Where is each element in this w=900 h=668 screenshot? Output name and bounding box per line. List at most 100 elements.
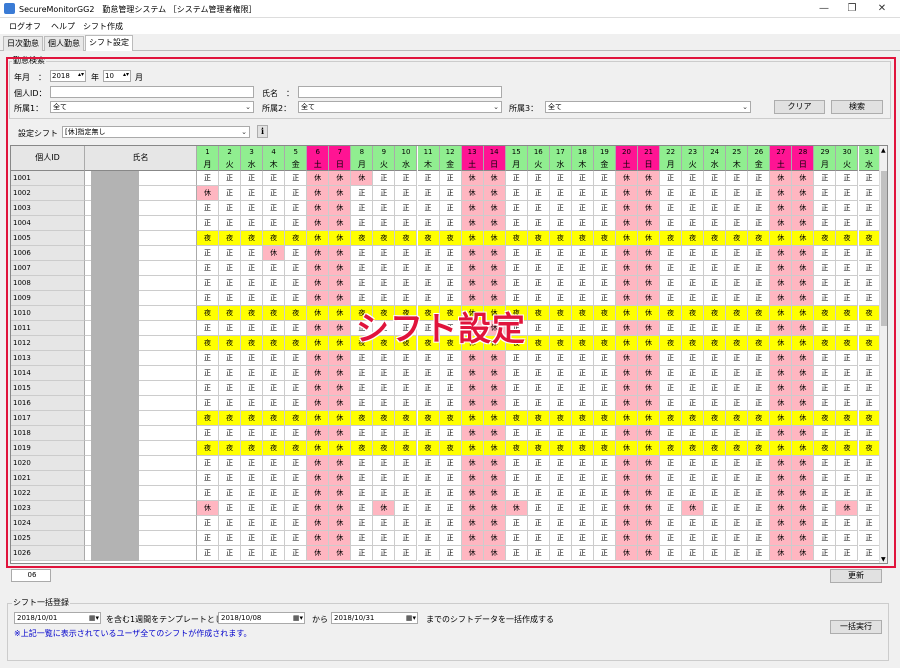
shift-cell[interactable]: 夜	[439, 411, 462, 426]
month-spinner[interactable]: 10 ▴▾	[103, 70, 131, 82]
shift-cell[interactable]: 正	[263, 471, 286, 486]
shift-cell[interactable]: 正	[571, 486, 594, 501]
shift-cell[interactable]: 休	[792, 486, 815, 501]
shift-cell[interactable]: 休	[770, 321, 793, 336]
shift-cell[interactable]: 正	[593, 546, 616, 561]
shift-cell[interactable]: 正	[593, 396, 616, 411]
shift-cell[interactable]: 正	[395, 486, 418, 501]
shift-cell[interactable]: 休	[461, 546, 484, 561]
shift-cell[interactable]: 正	[263, 366, 286, 381]
shift-cell[interactable]: 正	[593, 426, 616, 441]
shift-cell[interactable]: 正	[241, 261, 264, 276]
shift-cell[interactable]: 正	[285, 501, 308, 516]
shift-cell[interactable]: 正	[726, 171, 749, 186]
shift-cell[interactable]: 正	[682, 321, 705, 336]
shift-cell[interactable]: 正	[505, 276, 528, 291]
shift-cell[interactable]: 休	[770, 486, 793, 501]
scrollbar-thumb[interactable]	[881, 171, 887, 326]
shift-cell[interactable]: 休	[307, 396, 330, 411]
shift-cell[interactable]: 正	[748, 531, 771, 546]
shift-cell[interactable]: 正	[373, 171, 396, 186]
shift-cell[interactable]: 正	[682, 276, 705, 291]
shift-cell[interactable]: 正	[439, 351, 462, 366]
maximize-button[interactable]: ❐	[838, 1, 866, 16]
shift-cell[interactable]: 正	[726, 471, 749, 486]
shift-cell[interactable]: 正	[660, 396, 683, 411]
shift-cell[interactable]: 夜	[726, 231, 749, 246]
shift-cell[interactable]: 正	[858, 471, 879, 486]
shift-cell[interactable]: 正	[373, 261, 396, 276]
shift-cell[interactable]: 正	[571, 216, 594, 231]
search-button[interactable]: 検索	[831, 100, 883, 114]
shift-cell[interactable]: 休	[483, 471, 506, 486]
shift-cell[interactable]: 正	[241, 396, 264, 411]
shift-cell[interactable]: 正	[704, 276, 727, 291]
shift-cell[interactable]: 正	[285, 201, 308, 216]
shift-cell[interactable]: 休	[461, 216, 484, 231]
shift-cell[interactable]: 正	[593, 366, 616, 381]
shift-cell[interactable]: 夜	[417, 231, 440, 246]
shift-cell[interactable]: 正	[593, 276, 616, 291]
shift-cell[interactable]: 正	[814, 321, 837, 336]
shift-cell[interactable]: 正	[571, 186, 594, 201]
shift-cell[interactable]: 休	[329, 201, 352, 216]
table-row[interactable]: 1023 休正正正正休休正休正正正休休休正正正正休休正休正正正休休正休正	[11, 501, 879, 516]
shift-cell[interactable]: 正	[858, 321, 879, 336]
shift-cell[interactable]: 正	[748, 276, 771, 291]
shift-cell[interactable]: 正	[593, 321, 616, 336]
shift-cell[interactable]: 正	[682, 246, 705, 261]
shift-cell[interactable]: 正	[858, 381, 879, 396]
shift-cell[interactable]: 正	[549, 216, 572, 231]
shift-cell[interactable]: 休	[329, 516, 352, 531]
shift-cell[interactable]: 正	[439, 546, 462, 561]
shift-cell[interactable]: 正	[439, 216, 462, 231]
shift-cell[interactable]: 正	[836, 291, 859, 306]
shift-cell[interactable]: 休	[770, 201, 793, 216]
shift-cell[interactable]: 正	[704, 261, 727, 276]
shift-cell[interactable]: 正	[814, 366, 837, 381]
shift-cell[interactable]: 正	[682, 291, 705, 306]
shift-cell[interactable]: 正	[505, 201, 528, 216]
shift-cell[interactable]: 夜	[263, 306, 286, 321]
shift-cell[interactable]: 正	[593, 261, 616, 276]
shift-cell[interactable]: 正	[814, 486, 837, 501]
shift-cell[interactable]: 正	[197, 291, 220, 306]
shift-cell[interactable]: 休	[770, 546, 793, 561]
shift-cell[interactable]: 正	[726, 531, 749, 546]
shift-cell[interactable]: 正	[571, 546, 594, 561]
shift-cell[interactable]: 休	[770, 441, 793, 456]
shift-cell[interactable]: 休	[792, 351, 815, 366]
shift-cell[interactable]: 休	[638, 501, 661, 516]
table-row[interactable]: 1008 正正正正正休休正正正正正休休正正正正正休休正正正正正休休正正正	[11, 276, 879, 291]
shift-cell[interactable]: 正	[814, 501, 837, 516]
shift-cell[interactable]: 正	[219, 546, 242, 561]
shift-cell[interactable]: 正	[285, 171, 308, 186]
shift-cell[interactable]: 休	[638, 246, 661, 261]
table-row[interactable]: 1018 正正正正正休休正正正正正休休正正正正正休休正正正正正休休正正正	[11, 426, 879, 441]
shift-cell[interactable]: 夜	[197, 336, 220, 351]
shift-cell[interactable]: 正	[704, 501, 727, 516]
shift-cell[interactable]: 正	[748, 501, 771, 516]
shift-cell[interactable]: 正	[660, 276, 683, 291]
personal-id-input[interactable]	[50, 86, 254, 98]
year-spinner[interactable]: 2018 ▴▾	[50, 70, 86, 82]
shift-cell[interactable]: 休	[682, 501, 705, 516]
shift-cell[interactable]: 休	[483, 246, 506, 261]
shift-cell[interactable]: 正	[660, 261, 683, 276]
shift-cell[interactable]: 正	[219, 186, 242, 201]
shift-cell[interactable]: 休	[307, 186, 330, 201]
shift-cell[interactable]: 休	[770, 426, 793, 441]
shift-cell[interactable]: 正	[285, 546, 308, 561]
shift-cell[interactable]: 休	[638, 531, 661, 546]
shift-cell[interactable]: 正	[660, 471, 683, 486]
shift-cell[interactable]: 夜	[263, 336, 286, 351]
shift-cell[interactable]: 正	[814, 471, 837, 486]
shift-cell[interactable]: 正	[748, 291, 771, 306]
shift-cell[interactable]: 夜	[858, 231, 879, 246]
shift-cell[interactable]: 休	[307, 261, 330, 276]
shift-cell[interactable]: 正	[726, 546, 749, 561]
shift-cell[interactable]: 正	[704, 201, 727, 216]
shift-cell[interactable]: 正	[593, 471, 616, 486]
table-row[interactable]: 1017 夜夜夜夜夜休休夜夜夜夜夜休休夜夜夜夜夜休休夜夜夜夜夜休休夜夜夜	[11, 411, 879, 426]
shift-cell[interactable]: 夜	[395, 411, 418, 426]
